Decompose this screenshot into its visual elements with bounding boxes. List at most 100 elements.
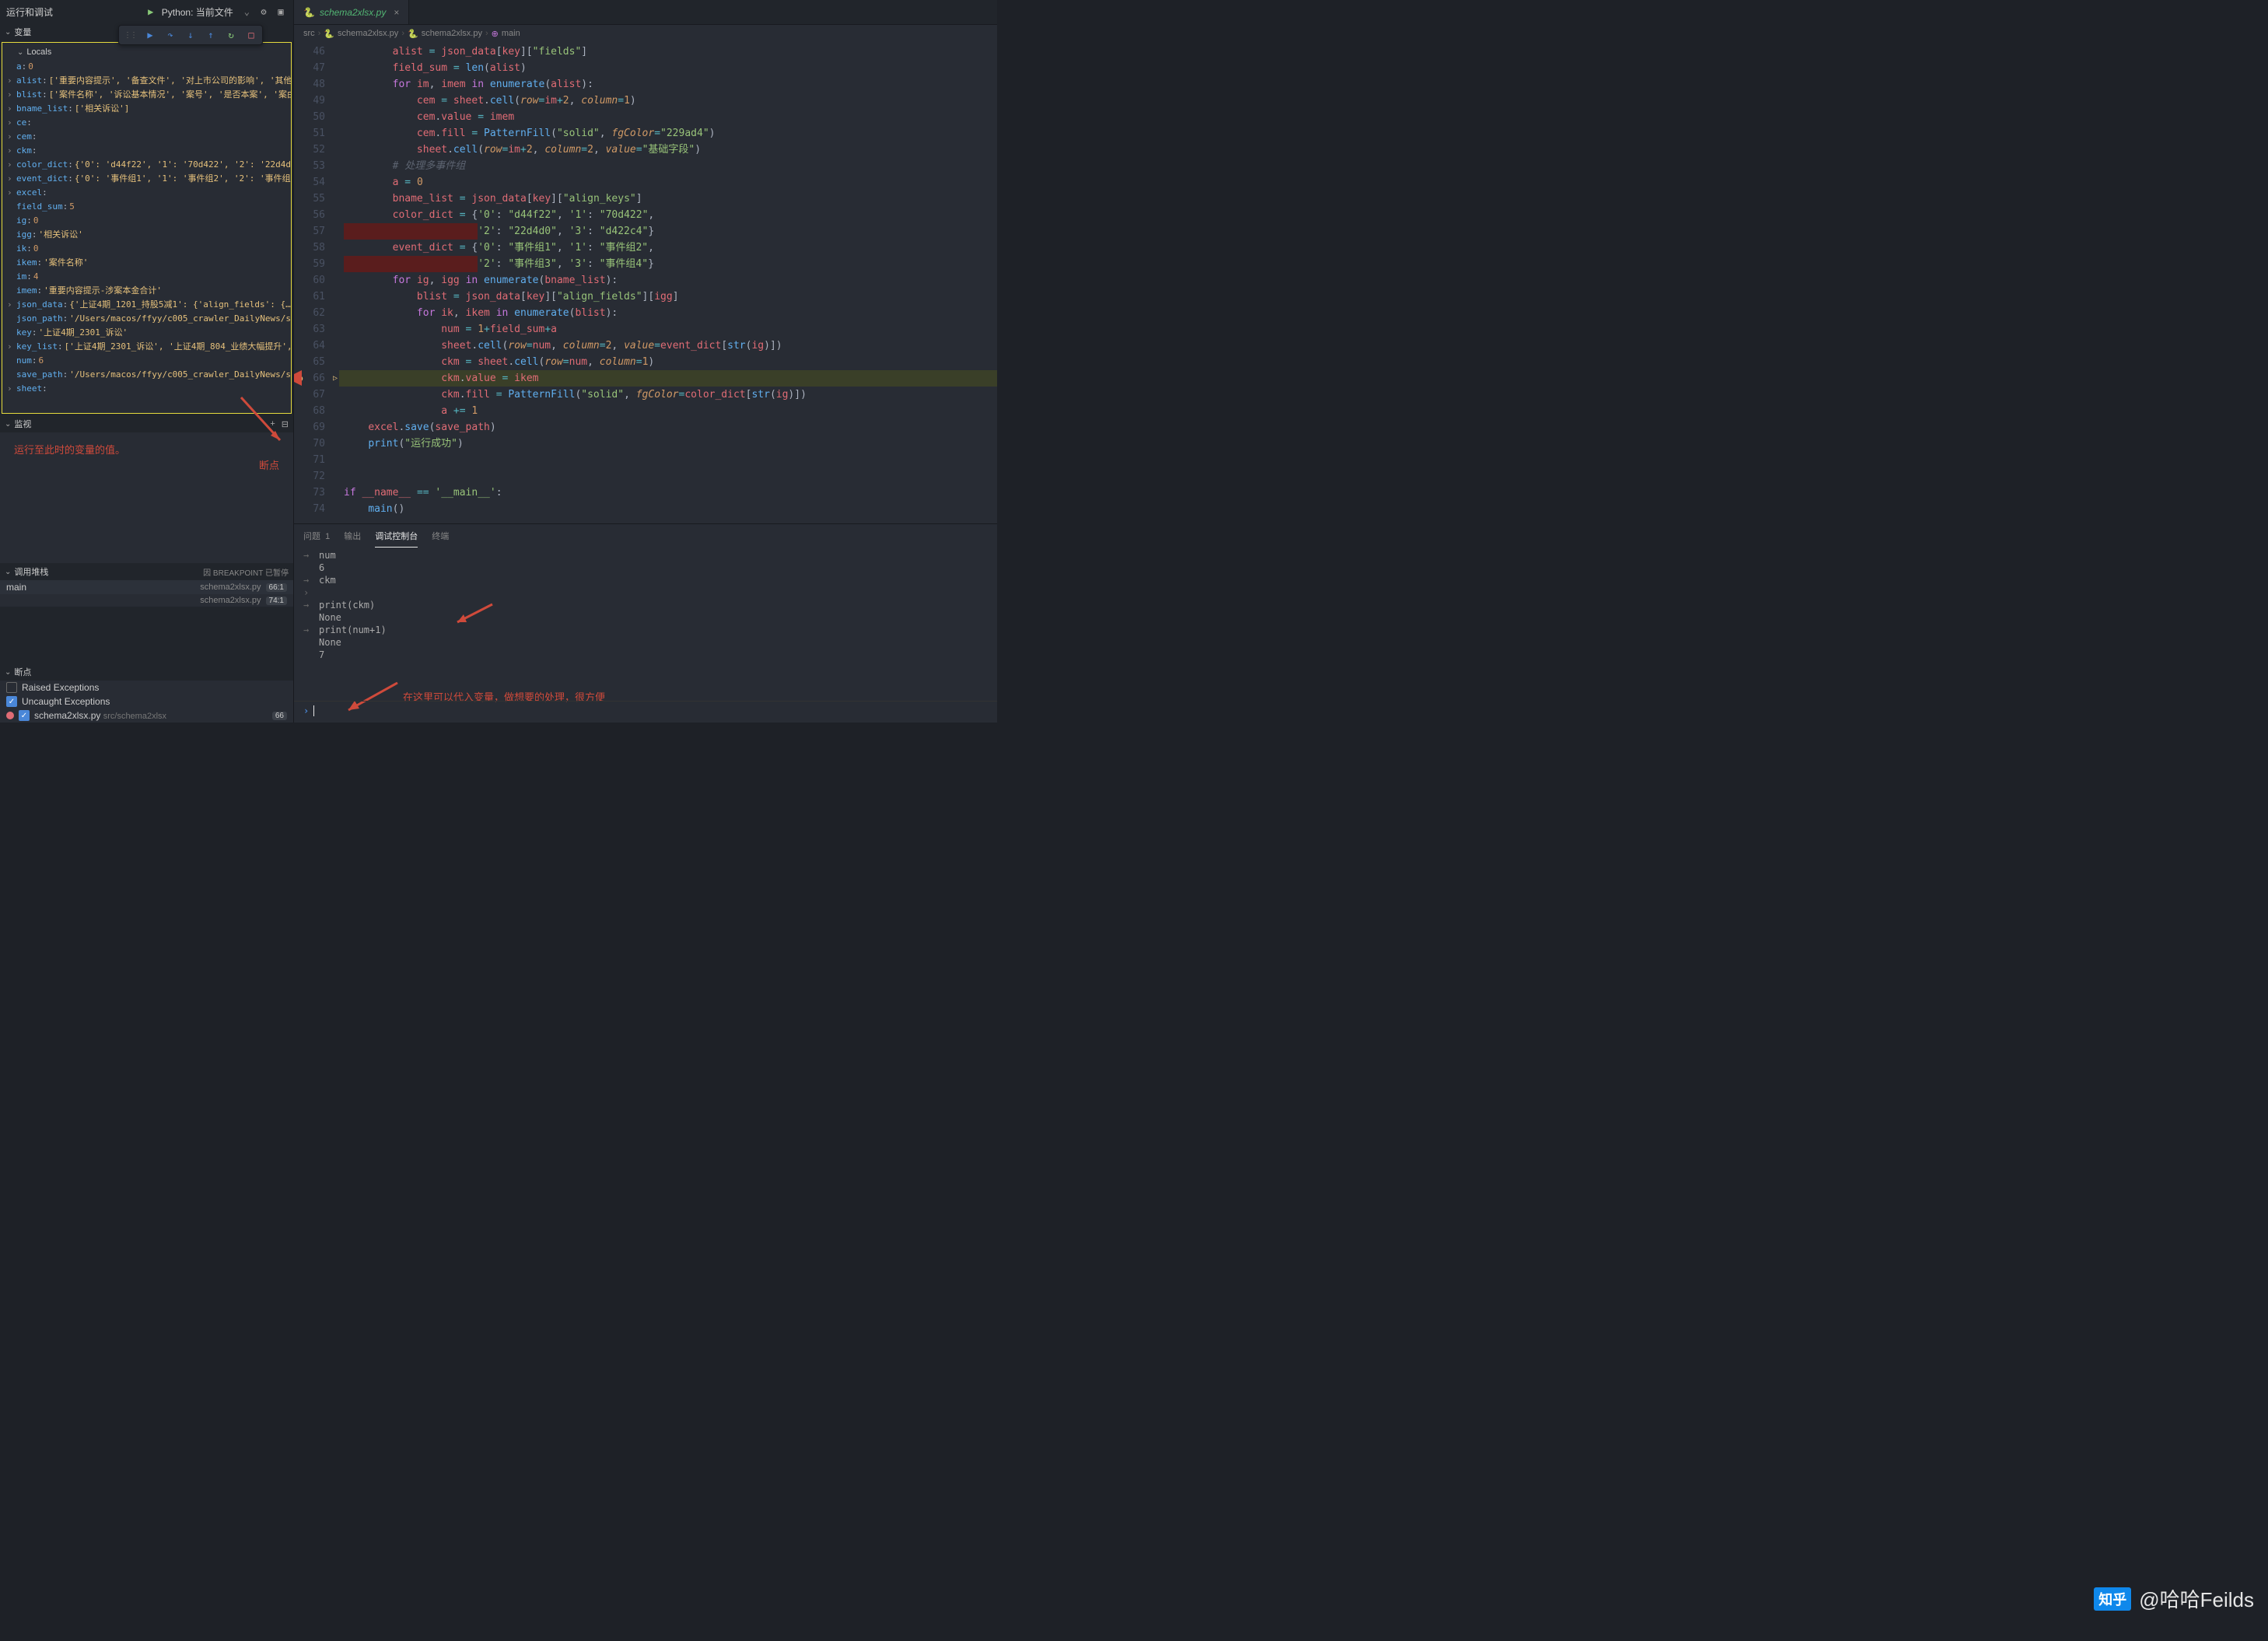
- terminal-tabs: 问题 1 输出 调试控制台 终端: [294, 524, 997, 548]
- variable-row[interactable]: json_path: '/Users/macos/ffyy/c005_crawl…: [2, 312, 291, 326]
- add-watch-icon[interactable]: +: [270, 419, 275, 429]
- console-line: None: [303, 636, 988, 649]
- variable-row[interactable]: ig: 0: [2, 214, 291, 228]
- variable-row[interactable]: bname_list: ['相关诉讼']: [2, 102, 291, 116]
- chevron-down-icon: ⌄: [5, 568, 11, 576]
- variable-row[interactable]: ik: 0: [2, 242, 291, 256]
- start-debug-icon[interactable]: ▶: [145, 5, 157, 18]
- variable-row[interactable]: sheet:: [2, 382, 291, 396]
- function-icon: ⊕: [492, 29, 499, 39]
- zhihu-logo: 知乎: [2094, 1587, 2131, 1611]
- console-line: ›: [303, 586, 988, 599]
- tab-terminal[interactable]: 终端: [432, 525, 449, 547]
- caret: [313, 705, 314, 716]
- variable-row[interactable]: excel:: [2, 186, 291, 200]
- variable-row[interactable]: im: 4: [2, 270, 291, 284]
- breakpoint-dot-icon: [6, 712, 14, 719]
- callstack-section-header[interactable]: ⌄ 调用堆栈 因 BREAKPOINT 已暂停: [0, 563, 293, 580]
- locals-header[interactable]: ⌄ Locals: [3, 44, 56, 61]
- chevron-down-icon: ⌄: [5, 668, 11, 677]
- variable-row[interactable]: alist: ['重要内容提示', '备查文件', '对上市公司的影响', '其…: [2, 74, 291, 88]
- annotation-vars: 运行至此时的变量的值。: [14, 442, 125, 457]
- console-line: 7: [303, 649, 988, 661]
- prompt-icon: ›: [303, 705, 309, 717]
- editor-tabs: 🐍 schema2xlsx.py ×: [294, 0, 997, 25]
- debug-topbar: 运行和调试 ▶ Python: 当前文件 ⌄ ⚙ ▣: [0, 0, 293, 23]
- callstack-frame[interactable]: schema2xlsx.py74:1: [0, 594, 293, 607]
- chevron-down-icon: ⌄: [5, 420, 11, 429]
- paused-reason: 因 BREAKPOINT 已暂停: [203, 566, 289, 578]
- checkbox-unchecked[interactable]: [6, 682, 17, 693]
- variable-row[interactable]: key_list: ['上证4期_2301_诉讼', '上证4期_804_业绩大…: [2, 340, 291, 354]
- restart-icon[interactable]: ↻: [225, 29, 237, 41]
- debug-sidebar: 运行和调试 ▶ Python: 当前文件 ⌄ ⚙ ▣ ⋮⋮ ▶ ↷ ↓ ↑ ↻ …: [0, 0, 294, 723]
- line-gutter: 4647484950515253545556575859606162636465…: [294, 42, 339, 523]
- debug-console-icon[interactable]: ▣: [275, 5, 287, 18]
- chevron-down-icon[interactable]: ⌄: [244, 6, 250, 17]
- callstack-list: mainschema2xlsx.py66:1schema2xlsx.py74:1: [0, 580, 293, 607]
- variable-row[interactable]: igg: '相关诉讼': [2, 228, 291, 242]
- console-line: →print(num+1): [303, 624, 988, 636]
- gear-icon[interactable]: ⚙: [257, 5, 270, 18]
- breadcrumb[interactable]: src › 🐍 schema2xlsx.py › 🐍 schema2xlsx.p…: [294, 25, 997, 42]
- variable-row[interactable]: a: 0: [2, 60, 291, 74]
- bp-item[interactable]: ✓ schema2xlsx.py src/schema2xlsx 66: [0, 709, 293, 723]
- breakpoints-section-header[interactable]: ⌄ 断点: [0, 663, 293, 681]
- variable-row[interactable]: imem: '重要内容提示-涉案本金合计': [2, 284, 291, 298]
- console-line: None: [303, 611, 988, 624]
- tab-schema2xlsx[interactable]: 🐍 schema2xlsx.py ×: [294, 0, 409, 24]
- grip-icon[interactable]: ⋮⋮: [124, 31, 136, 40]
- console-line: →print(ckm): [303, 599, 988, 611]
- collapse-all-icon[interactable]: ⊟: [282, 419, 289, 429]
- variable-row[interactable]: event_dict: {'0': '事件组1', '1': '事件组2', '…: [2, 172, 291, 186]
- console-line: →ckm: [303, 574, 988, 586]
- variable-row[interactable]: save_path: '/Users/macos/ffyy/c005_crawl…: [2, 368, 291, 382]
- checkbox-checked[interactable]: ✓: [6, 696, 17, 707]
- variable-row[interactable]: json_data: {'上证4期_1201_持股5减1': {'align_f…: [2, 298, 291, 312]
- chevron-down-icon: ⌄: [17, 48, 23, 57]
- variables-list: a: 0alist: ['重要内容提示', '备查文件', '对上市公司的影响'…: [2, 42, 292, 414]
- debug-console-body[interactable]: →num6→ckm›→print(ckm)None→print(num+1)No…: [294, 548, 997, 723]
- chevron-down-icon: ⌄: [5, 28, 11, 37]
- bp-uncaught-exceptions[interactable]: ✓ Uncaught Exceptions: [0, 695, 293, 709]
- watermark: 知乎 @哈哈Feilds: [2094, 1584, 2254, 1613]
- code-editor[interactable]: 4647484950515253545556575859606162636465…: [294, 42, 997, 523]
- python-icon: 🐍: [303, 7, 315, 18]
- variable-row[interactable]: key: '上证4期_2301_诉讼': [2, 326, 291, 340]
- watch-body: 运行至此时的变量的值。 断点: [0, 432, 293, 563]
- console-line: →num: [303, 549, 988, 562]
- variable-row[interactable]: field_sum: 5: [2, 200, 291, 214]
- debug-console-input[interactable]: ›: [294, 701, 997, 719]
- variable-row[interactable]: color_dict: {'0': 'd44f22', '1': '70d422…: [2, 158, 291, 172]
- stop-icon[interactable]: □: [245, 29, 257, 41]
- console-line: 6: [303, 562, 988, 574]
- variable-row[interactable]: ckm:: [2, 144, 291, 158]
- variable-row[interactable]: num: 6: [2, 354, 291, 368]
- variable-row[interactable]: ce:: [2, 116, 291, 130]
- variable-row[interactable]: ikem: '案件名称': [2, 256, 291, 270]
- close-icon[interactable]: ×: [394, 7, 399, 18]
- breakpoints-list: Raised Exceptions ✓ Uncaught Exceptions …: [0, 681, 293, 723]
- debug-toolbar: ⋮⋮ ▶ ↷ ↓ ↑ ↻ □: [118, 25, 263, 45]
- watch-section-header[interactable]: ⌄ 监视 + ⊟: [0, 415, 293, 432]
- variable-row[interactable]: blist: ['案件名称', '诉讼基本情况', '案号', '是否本案', …: [2, 88, 291, 102]
- step-out-icon[interactable]: ↑: [205, 29, 217, 41]
- code-content[interactable]: alist = json_data[key]["fields"] field_s…: [339, 42, 997, 523]
- step-over-icon[interactable]: ↷: [164, 29, 177, 41]
- main-panel: 🐍 schema2xlsx.py × src › 🐍 schema2xlsx.p…: [294, 0, 997, 723]
- panel-title: 运行和调试: [6, 5, 53, 19]
- terminal-panel: 问题 1 输出 调试控制台 终端 →num6→ckm›→print(ckm)No…: [294, 523, 997, 723]
- tab-debug-console[interactable]: 调试控制台: [375, 525, 418, 548]
- annotation-bp: 断点: [259, 457, 279, 472]
- step-into-icon[interactable]: ↓: [184, 29, 197, 41]
- python-icon: 🐍: [408, 29, 418, 39]
- tab-problems[interactable]: 问题 1: [303, 525, 330, 547]
- callstack-frame[interactable]: mainschema2xlsx.py66:1: [0, 580, 293, 594]
- continue-icon[interactable]: ▶: [144, 29, 156, 41]
- checkbox-checked[interactable]: ✓: [19, 710, 30, 721]
- python-icon: 🐍: [324, 29, 334, 39]
- variable-row[interactable]: cem:: [2, 130, 291, 144]
- debug-config-select[interactable]: Python: 当前文件: [157, 4, 238, 20]
- tab-output[interactable]: 输出: [344, 525, 361, 547]
- bp-raised-exceptions[interactable]: Raised Exceptions: [0, 681, 293, 695]
